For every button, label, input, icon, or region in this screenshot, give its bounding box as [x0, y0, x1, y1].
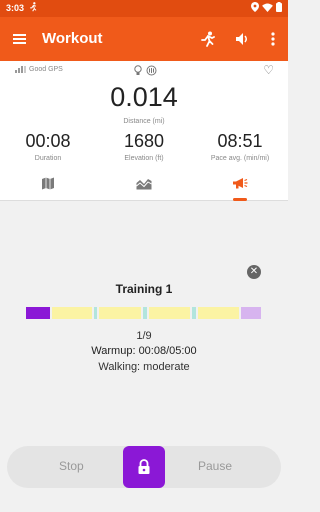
- step-detail: Walking: moderate: [98, 361, 190, 373]
- elevation-stat: 1680 Elevation (ft): [96, 131, 192, 162]
- lightbulb-icon: [134, 65, 142, 78]
- sensor-icon: [146, 65, 157, 78]
- app-bar: Workout: [0, 17, 288, 61]
- duration-stat: 00:08 Duration: [0, 131, 96, 162]
- map-icon: [42, 177, 54, 190]
- training-progress-bar: [26, 307, 261, 319]
- elevation-label: Elevation (ft): [124, 155, 164, 162]
- running-icon: [29, 2, 38, 14]
- signal-bars-icon: [15, 66, 26, 73]
- training-title: Training 1: [115, 282, 173, 296]
- status-time: 3:03: [6, 3, 25, 13]
- progress-segment: [148, 307, 191, 319]
- stop-button[interactable]: Stop: [59, 459, 84, 473]
- tab-chart[interactable]: [96, 174, 192, 201]
- pace-value: 08:51: [217, 131, 263, 151]
- heart-icon[interactable]: ♡: [263, 63, 274, 77]
- lock-button[interactable]: [123, 446, 165, 488]
- progress-segment: [142, 307, 147, 319]
- page-title: Workout: [42, 30, 103, 47]
- pause-button[interactable]: Pause: [198, 459, 232, 473]
- progress-segment: [192, 307, 196, 319]
- activity-type-icon[interactable]: [197, 28, 219, 50]
- progress-segment: [241, 307, 261, 319]
- progress-segment: [99, 307, 141, 319]
- progress-segment: [26, 307, 51, 319]
- pace-label: Pace avg. (min/mi): [210, 155, 270, 162]
- gps-label: Good GPS: [29, 66, 63, 73]
- chart-icon: [136, 179, 152, 190]
- status-bar: 3:03: [0, 0, 288, 17]
- megaphone-icon: [233, 178, 248, 189]
- distance-label: Distance (mi): [123, 118, 165, 125]
- menu-icon[interactable]: [12, 31, 28, 47]
- progress-segment: [197, 307, 240, 319]
- close-icon[interactable]: ✕: [247, 265, 261, 279]
- elevation-value: 1680: [123, 131, 165, 151]
- location-icon: [251, 2, 259, 14]
- lock-icon: [138, 459, 150, 474]
- stats-panel: Good GPS ♡ 0.014 Distance (mi) 00:08 Dur…: [0, 61, 288, 201]
- progress-segment: [93, 307, 98, 319]
- pace-stat: 08:51 Pace avg. (min/mi): [192, 131, 288, 162]
- distance-value: 0.014: [110, 82, 178, 112]
- more-options-icon[interactable]: [262, 28, 284, 50]
- active-tab-indicator: [233, 198, 247, 201]
- wifi-icon: [262, 2, 273, 14]
- progress-segment: [52, 307, 92, 319]
- tab-map[interactable]: [0, 174, 96, 201]
- volume-icon[interactable]: [231, 28, 253, 50]
- current-step: Warmup: 00:08/05:00: [91, 345, 197, 357]
- duration-value: 00:08: [25, 131, 71, 151]
- step-counter: 1/9: [136, 330, 152, 342]
- duration-label: Duration: [34, 155, 62, 162]
- tab-voice[interactable]: [192, 174, 288, 201]
- battery-icon: [276, 2, 282, 14]
- sensor-icons: [134, 65, 157, 78]
- gps-status: Good GPS: [15, 66, 63, 73]
